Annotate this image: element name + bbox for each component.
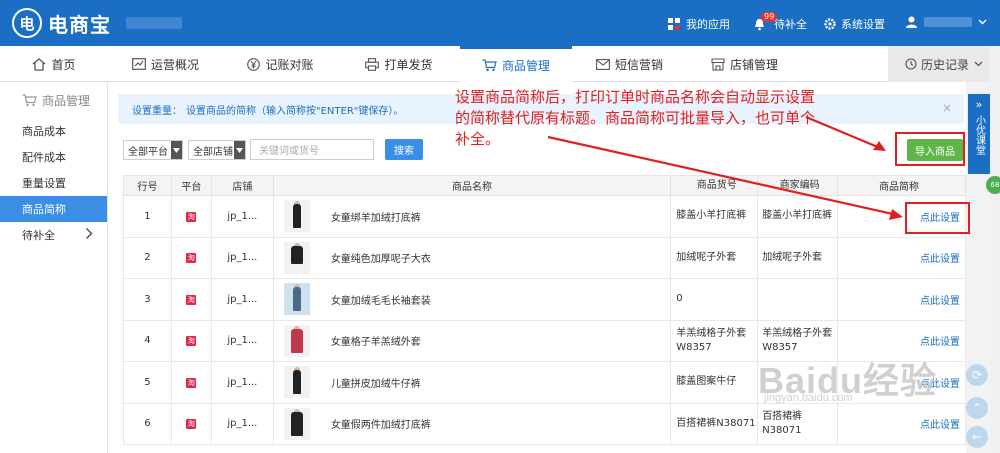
back-icon[interactable]: ← — [966, 426, 988, 448]
course-label: 小优课堂 — [973, 115, 985, 155]
refresh-icon[interactable]: ⟳ — [966, 364, 988, 386]
scroll-top-icon[interactable]: ⌃ — [966, 397, 988, 419]
course-float-tab[interactable]: » 小优课堂 — [968, 94, 990, 174]
online-badge[interactable]: 68 — [986, 176, 1000, 194]
baidu-jingyan-watermark: Baidu经验 jingyan.baidu.com — [758, 352, 937, 404]
page-scrollbar[interactable] — [990, 46, 1000, 453]
watermark-small: jingyan.baidu.com — [764, 392, 853, 404]
double-chevron-right-icon: » — [975, 98, 983, 111]
